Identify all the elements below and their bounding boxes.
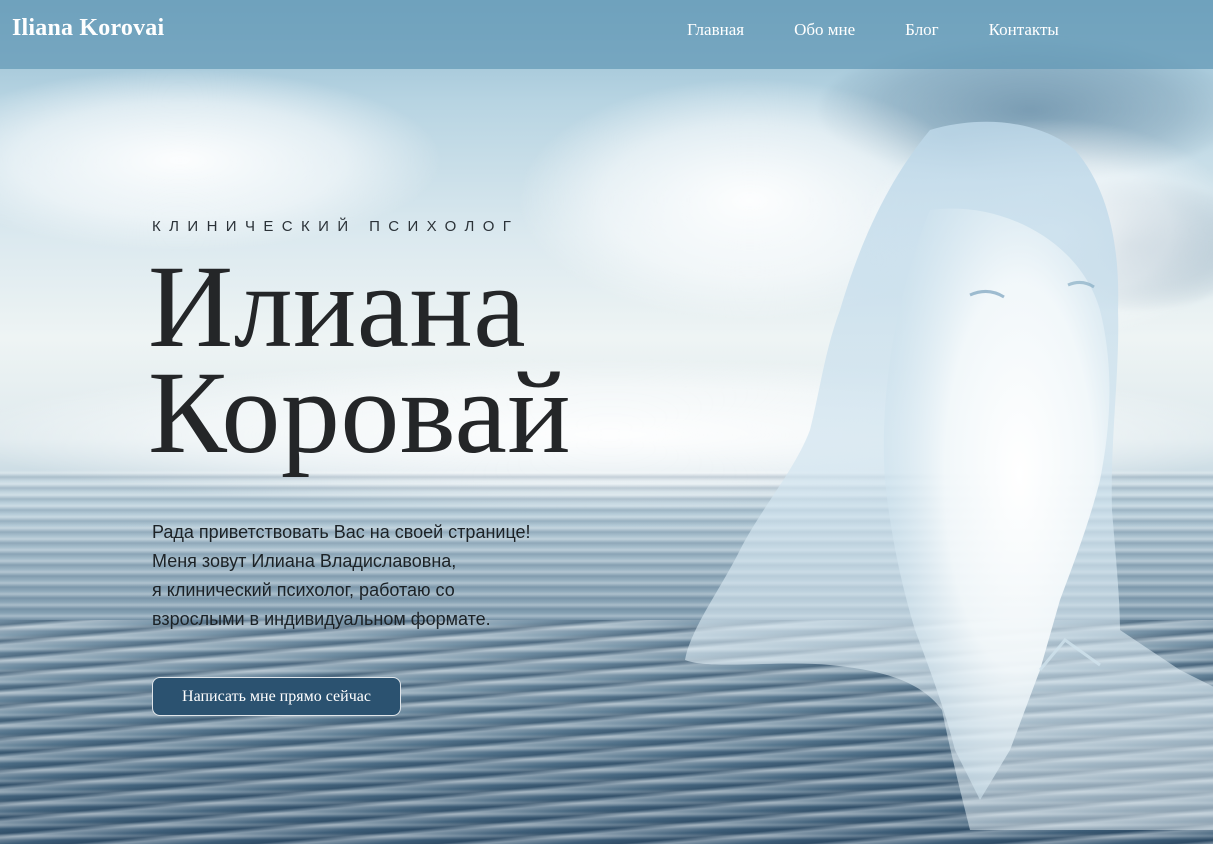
hero-name: Илиана Коровай: [148, 241, 572, 478]
nav-item-about[interactable]: Обо мне: [794, 20, 855, 40]
hero-intro-line: Рада приветствовать Вас на своей страниц…: [152, 522, 531, 542]
portrait-image: [685, 121, 1213, 830]
main-nav: Главная Обо мне Блог Контакты: [687, 20, 1059, 40]
page: Iliana Korovai Главная Обо мне Блог Конт…: [0, 0, 1213, 844]
hero-intro-line: взрослыми в индивидуальном формате.: [152, 609, 491, 629]
hero-intro-line: Меня зовут Илиана Владиславовна,: [152, 551, 457, 571]
contact-cta-button[interactable]: Написать мне прямо сейчас: [152, 677, 401, 716]
hero-intro-line: я клинический психолог, работаю со: [152, 580, 455, 600]
hero-subtitle: КЛИНИЧЕСКИЙ ПСИХОЛОГ: [152, 218, 520, 235]
hero-name-line1: Илиана: [148, 241, 527, 372]
hero-name-line2: Коровай: [148, 347, 572, 478]
site-logo[interactable]: Iliana Korovai: [12, 15, 164, 42]
nav-item-home[interactable]: Главная: [687, 20, 744, 40]
hero-intro: Рада приветствовать Вас на своей страниц…: [152, 518, 531, 634]
nav-item-contacts[interactable]: Контакты: [989, 20, 1059, 40]
nav-item-blog[interactable]: Блог: [905, 20, 939, 40]
site-header: Iliana Korovai Главная Обо мне Блог Конт…: [0, 0, 1213, 69]
